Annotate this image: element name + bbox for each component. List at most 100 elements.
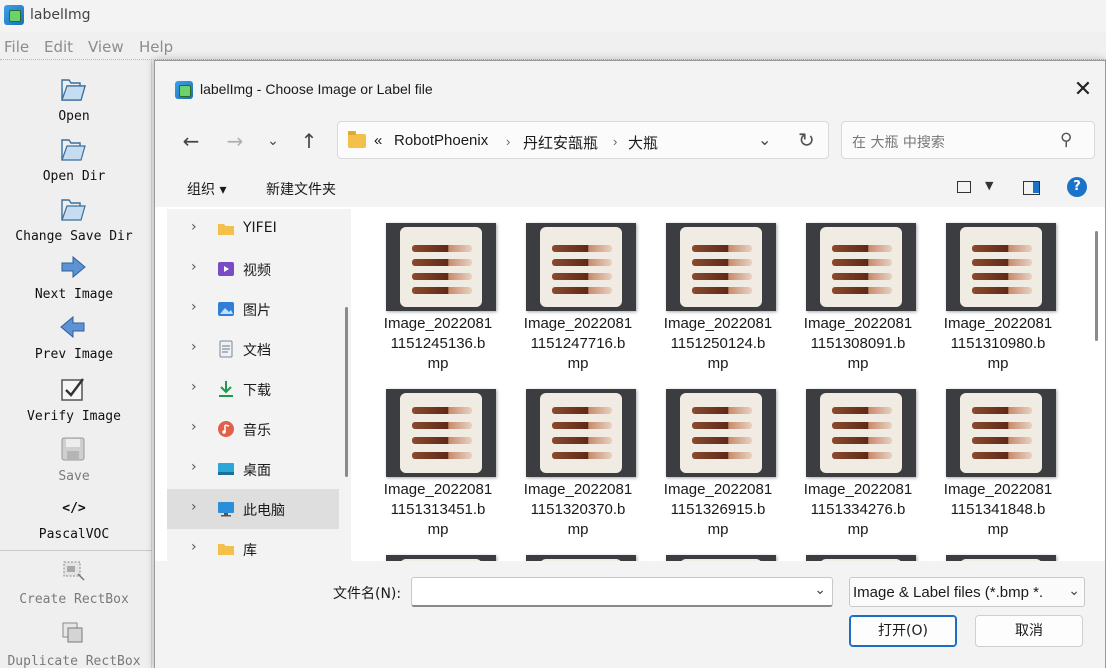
breadcrumb-item[interactable]: RobotPhoenix (394, 132, 488, 149)
duplicate-icon (62, 622, 83, 643)
change-save-dir-button[interactable]: Change Save Dir (0, 191, 148, 245)
chevron-right-icon: › (506, 134, 511, 149)
breadcrumb-overflow[interactable]: « (374, 132, 382, 149)
preview-pane-icon[interactable] (1023, 181, 1040, 195)
file-item[interactable]: Image_2022081 1151308091.b mp (783, 209, 916, 375)
breadcrumb-item[interactable]: 大瓶 (628, 132, 658, 153)
expand-chevron-icon[interactable]: › (191, 499, 197, 515)
file-list-scrollbar[interactable] (1095, 231, 1098, 341)
create-rectbox-button[interactable]: Create RectBox (0, 555, 148, 611)
nav-pane-scrollbar[interactable] (345, 307, 348, 477)
file-thumbnail (806, 389, 916, 477)
open-file-button[interactable]: 打开(O) (849, 615, 957, 647)
format-toggle-button[interactable]: </> PascalVOC (0, 493, 148, 547)
file-item[interactable]: Image_2022081 1151245136.b mp (363, 209, 496, 375)
view-icon[interactable] (957, 181, 971, 193)
nav-item-video[interactable]: › 视频 (167, 249, 339, 289)
breadcrumb-item[interactable]: 丹红安瓿瓶 (523, 132, 598, 153)
file-list: Image_2022081 1151245136.b mp Image_202208… (359, 209, 1083, 561)
file-item[interactable]: Image_2022081 1151310980.b mp (923, 209, 1056, 375)
file-item[interactable]: Image_2022081 1151247716.b mp (503, 209, 636, 375)
nav-item-label: 图片 (243, 303, 271, 319)
forward-arrow-icon[interactable]: → (221, 129, 249, 155)
create-rectbox-icon (63, 561, 85, 581)
menu-edit[interactable]: Edit (44, 38, 73, 56)
open-button[interactable]: Open (0, 71, 148, 125)
nav-item-music[interactable]: › 音乐 (167, 409, 339, 449)
navigation-pane: › YIFEI › 视频 › 图片 › 文档 › 下载 › 音乐 › 桌面 › … (167, 209, 351, 561)
prev-image-button[interactable]: Prev Image (0, 311, 148, 365)
expand-chevron-icon[interactable]: › (191, 379, 197, 395)
nav-item-label: 下载 (243, 383, 271, 399)
nav-item-library[interactable]: › 库 (167, 529, 339, 561)
file-item[interactable]: Image_2022081 1151313451.b mp (363, 375, 496, 541)
close-icon[interactable]: ✕ (1069, 77, 1097, 105)
file-name: Image_2022081 1151310980.b mp (943, 315, 1053, 372)
file-name: Image_2022081 1151326915.b mp (663, 481, 773, 538)
video-icon (218, 262, 234, 276)
filename-label: 文件名(N): (333, 586, 402, 602)
menu-help[interactable]: Help (139, 38, 173, 56)
search-box[interactable]: 在 大瓶 中搜索 ⚲ (841, 121, 1095, 159)
save-button[interactable]: Save (0, 433, 148, 487)
nav-item-this-pc[interactable]: › 此电脑 (167, 489, 339, 529)
file-thumbnail (946, 223, 1056, 311)
nav-item-desktop[interactable]: › 桌面 (167, 449, 339, 489)
file-thumbnail (666, 389, 776, 477)
expand-chevron-icon[interactable]: › (191, 339, 197, 355)
expand-chevron-icon[interactable]: › (191, 539, 197, 555)
menu-file[interactable]: File (4, 38, 29, 56)
up-arrow-icon[interactable]: ↑ (295, 129, 323, 155)
nav-item-documents[interactable]: › 文档 (167, 329, 339, 369)
menu-view[interactable]: View (88, 38, 124, 56)
view-chevron-down-icon[interactable]: ▼ (985, 179, 993, 192)
file-item[interactable]: Image_2022081 1151334276.b mp (783, 375, 916, 541)
file-name: Image_2022081 1151250124.b mp (663, 315, 773, 372)
file-item[interactable]: Image_2022081 1151341848.b mp (923, 375, 1056, 541)
expand-chevron-icon[interactable]: › (191, 299, 197, 315)
chevron-down-icon[interactable]: ⌄ (814, 582, 826, 598)
file-thumbnail (526, 223, 636, 311)
expand-chevron-icon[interactable]: › (191, 259, 197, 275)
nav-item-yifei[interactable]: › YIFEI (167, 209, 339, 249)
picture-icon (218, 302, 234, 316)
recent-locations-chevron-icon[interactable]: ⌄ (259, 129, 287, 155)
refresh-icon[interactable]: ↻ (798, 128, 815, 152)
file-type-filter[interactable]: Image & Label files (*.bmp *. ⌄ (849, 577, 1085, 607)
expand-chevron-icon[interactable]: › (191, 219, 197, 235)
app-titlebar: labelImg (0, 0, 1106, 32)
file-thumbnail (806, 223, 916, 311)
nav-item-pictures[interactable]: › 图片 (167, 289, 339, 329)
library-icon (218, 544, 234, 555)
code-icon: </> (62, 501, 86, 516)
expand-chevron-icon[interactable]: › (191, 419, 197, 435)
filename-input[interactable]: ⌄ (411, 577, 833, 607)
file-item[interactable]: Image_2022081 1151326915.b mp (643, 375, 776, 541)
next-image-button[interactable]: Next Image (0, 251, 148, 305)
cancel-button[interactable]: 取消 (975, 615, 1083, 647)
organize-menu[interactable]: 组织 ▾ (187, 179, 226, 199)
open-dir-label: Open Dir (42, 169, 106, 184)
new-folder-button[interactable]: 新建文件夹 (266, 179, 336, 199)
open-dir-button[interactable]: Open Dir (0, 131, 148, 185)
desktop-icon (218, 463, 234, 475)
file-name: Image_2022081 1151313451.b mp (383, 481, 493, 538)
tool-bar: Open Open Dir Change Save Dir Next Image… (0, 61, 152, 668)
back-arrow-icon[interactable]: ← (177, 129, 205, 155)
save-icon (61, 437, 85, 461)
address-bar[interactable]: « RobotPhoenix › 丹红安瓿瓶 › 大瓶 ⌄ ↻ (337, 121, 829, 159)
folder-open-icon (61, 139, 86, 161)
verify-image-button[interactable]: Verify Image (0, 371, 148, 427)
duplicate-rectbox-button[interactable]: Duplicate RectBox (0, 617, 148, 668)
folder-icon (348, 131, 366, 148)
expand-chevron-icon[interactable]: › (191, 459, 197, 475)
file-thumbnail (946, 389, 1056, 477)
chevron-down-icon[interactable]: ⌄ (758, 130, 771, 149)
file-item[interactable]: Image_2022081 1151320370.b mp (503, 375, 636, 541)
app-icon (4, 5, 24, 25)
dialog-titlebar: labelImg - Choose Image or Label file ✕ (155, 61, 1105, 117)
help-icon[interactable]: ? (1067, 177, 1087, 197)
nav-item-downloads[interactable]: › 下载 (167, 369, 339, 409)
file-item[interactable]: Image_2022081 1151250124.b mp (643, 209, 776, 375)
chevron-down-icon: ⌄ (1066, 583, 1080, 599)
